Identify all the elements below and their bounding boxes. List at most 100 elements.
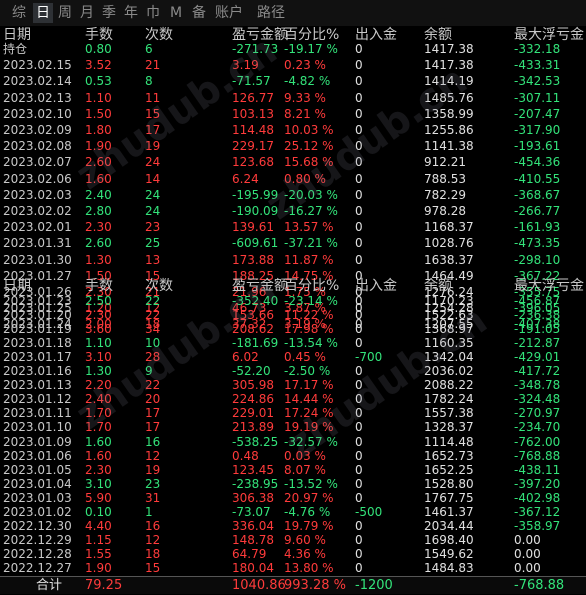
cell-max-float-loss: -367.12 — [514, 504, 561, 519]
table-row[interactable]: 2023.01.10 1.70 17 213.89 19.19 % 0 1328.37 -23… — [0, 420, 586, 435]
cell-lots: 1.80 — [85, 123, 112, 137]
cell-balance: 978.28 — [424, 204, 466, 218]
cell-trades: 18 — [145, 546, 161, 561]
table-row[interactable]: 2022.12.28 1.55 18 64.79 4.36 % 0 1549.62 0.00 — [0, 547, 586, 562]
table-row[interactable]: 2023.01.30 1.30 13 173.88 11.87 % 0 1638.37 -29… — [0, 253, 586, 268]
cell-percent: 15.68 % — [284, 155, 334, 170]
cell-lots: 2.50 — [85, 294, 112, 308]
table-row[interactable]: 2023.01.02 0.10 1 -73.07 -4.76 % -500 1461.37 -… — [0, 505, 586, 520]
table-row[interactable]: 持仓 0.80 6 -271.73 -19.17 % 0 1417.38 -332.18 — [0, 42, 586, 57]
cell-max-float-loss: -207.47 — [514, 106, 561, 121]
tab-year[interactable]: 年 — [124, 3, 138, 23]
cell-lots: 1.30 — [85, 252, 112, 267]
cell-flow: 0 — [355, 139, 363, 154]
table-row[interactable]: 2023.01.23 2.50 22 -352.40 -23.14 % 0 1170.23 -… — [0, 294, 586, 309]
table-row[interactable]: 2023.01.11 1.70 17 229.01 17.24 % 0 1557.38 -27… — [0, 406, 586, 421]
cell-balance: 2088.22 — [424, 378, 474, 393]
table-row[interactable]: 2023.01.03 5.90 31 306.38 20.97 % 0 1767.75 -40… — [0, 491, 586, 506]
cell-flow: 0 — [355, 236, 363, 251]
cell-max-float-loss: -454.36 — [514, 155, 561, 170]
table-row[interactable]: 2023.01.18 1.10 10 -181.69 -13.54 % 0 1160.35 -… — [0, 336, 586, 351]
cell-percent: -32.57 % — [284, 434, 338, 449]
cell-lots: 1.60 — [85, 171, 112, 186]
tab-path[interactable]: 路径 — [257, 3, 285, 23]
cell-max-float-loss: -193.61 — [514, 139, 561, 154]
table-row[interactable]: 2023.01.20 2.30 22 153.66 11.22 % 0 1522.63 -23… — [0, 308, 586, 323]
cell-flow: -700 — [355, 350, 383, 365]
total-label: 合计 — [36, 578, 63, 593]
table-row[interactable]: 2023.02.02 2.80 24 -190.09 -16.27 % 0 978.28 -2… — [0, 204, 586, 219]
table-row[interactable]: 2023.01.04 3.10 23 -238.95 -13.52 % 0 1528.80 -… — [0, 477, 586, 492]
header-flow[interactable]: 出入金 — [355, 278, 397, 295]
tab-note[interactable]: 备 — [192, 3, 206, 23]
table-row[interactable]: 2023.01.16 1.30 9 -52.20 -2.50 % 0 2036.02 -417… — [0, 364, 586, 379]
table-row[interactable]: 2022.12.27 1.90 15 180.04 13.80 % 0 1484.83 0.0… — [0, 561, 586, 576]
table-row[interactable]: 2023.01.09 1.60 16 -538.25 -32.57 % 0 1114.48 -… — [0, 435, 586, 450]
table-row[interactable]: 2023.01.13 2.20 22 305.98 17.17 % 0 2088.22 -34… — [0, 378, 586, 393]
cell-lots: 0.80 — [85, 42, 112, 56]
table-row[interactable]: 2023.02.15 3.52 21 3.19 0.23 % 0 1417.38 -433.3… — [0, 58, 586, 73]
cell-balance: 1549.62 — [424, 546, 474, 561]
table-row[interactable]: 2023.01.31 2.60 25 -609.61 -37.21 % 0 1028.76 -… — [0, 236, 586, 251]
cell-trades: 25 — [145, 236, 161, 251]
table-row[interactable]: 2023.02.01 2.30 23 139.61 13.57 % 0 1168.37 -16… — [0, 220, 586, 235]
header-pnl[interactable]: 盈亏金额 — [232, 278, 288, 295]
cell-balance: 1255.86 — [424, 123, 474, 137]
total-pnl: 1040.86 — [232, 578, 286, 593]
cell-flow: 0 — [355, 476, 363, 491]
table-row[interactable]: 2023.02.14 0.53 8 -71.57 -4.82 % 0 1414.19 -342… — [0, 74, 586, 89]
cell-trades: 28 — [145, 350, 161, 365]
cell-lots: 1.10 — [85, 90, 112, 105]
cell-flow: 0 — [355, 420, 363, 435]
table-row[interactable]: 2023.02.10 1.50 15 103.13 8.21 % 0 1358.99 -207… — [0, 107, 586, 122]
cell-lots: 4.40 — [85, 518, 112, 533]
tab-account[interactable]: 账户 — [215, 3, 243, 23]
cell-percent: 10.03 % — [284, 123, 334, 137]
header-max-float-loss[interactable]: 最大浮亏金 — [514, 278, 584, 295]
cell-pnl: 229.01 — [232, 406, 274, 421]
cell-lots: 2.40 — [85, 187, 112, 202]
header-balance[interactable]: 余额 — [424, 278, 452, 295]
tab-week[interactable]: 周 — [58, 3, 72, 23]
table-row[interactable]: 2023.01.05 2.30 19 123.45 8.07 % 0 1652.25 -438… — [0, 463, 586, 478]
cell-max-float-loss: -324.48 — [514, 392, 561, 407]
tab-day[interactable]: 日 — [33, 3, 53, 23]
cell-balance: 1028.76 — [424, 236, 474, 251]
cell-date: 2023.01.04 — [3, 476, 72, 491]
table-row[interactable]: 2023.02.09 1.80 17 114.48 10.03 % 0 1255.86 -31… — [0, 123, 586, 138]
tab-summary[interactable]: 综 — [12, 3, 26, 23]
tab-symbol[interactable]: 巾 — [146, 3, 160, 23]
table-row[interactable]: 2023.02.13 1.10 11 126.77 9.33 % 0 1485.76 -307… — [0, 91, 586, 106]
cell-balance: 1168.37 — [424, 220, 474, 235]
table-row[interactable]: 2023.02.07 2.60 24 123.68 15.68 % 0 912.21 -454… — [0, 155, 586, 170]
cell-max-float-loss: -358.97 — [514, 518, 561, 533]
cell-pnl: -271.73 — [232, 42, 279, 56]
header-lots[interactable]: 手数 — [85, 278, 113, 295]
cell-balance: 1114.48 — [424, 434, 474, 449]
cell-pnl: -52.20 — [232, 364, 271, 379]
total-lots: 79.25 — [85, 578, 123, 593]
table-row[interactable]: 2023.02.06 1.60 14 6.24 0.80 % 0 788.53 -410.55 — [0, 172, 586, 187]
table-row[interactable]: 2023.01.12 2.40 20 224.86 14.44 % 0 1782.24 -32… — [0, 392, 586, 407]
tab-quarter[interactable]: 季 — [102, 3, 116, 23]
cell-percent: 8.07 % — [284, 462, 326, 477]
table-row[interactable]: 2023.01.06 1.60 12 0.48 0.03 % 0 1652.73 -768.8… — [0, 449, 586, 464]
cell-trades: 8 — [145, 74, 153, 89]
header-percent[interactable]: 百分比% — [284, 278, 339, 295]
total-row: 合计 79.25 1040.86 993.28 % -1200 -768.88 — [0, 576, 586, 594]
table-row[interactable]: 2023.02.03 2.40 24 -195.99 -20.03 % 0 782.29 -3… — [0, 188, 586, 203]
cell-percent: -16.27 % — [284, 204, 338, 218]
cell-date: 2023.02.14 — [3, 74, 72, 89]
cell-trades: 24 — [145, 204, 161, 218]
table-row[interactable]: 2023.02.08 1.90 19 229.17 25.12 % 0 1141.38 -19… — [0, 139, 586, 154]
table-row[interactable]: 2023.01.19 3.60 34 208.62 17.98 % 0 1368.97 -19… — [0, 322, 586, 337]
header-trades[interactable]: 次数 — [145, 278, 173, 295]
table-row[interactable]: 2023.01.17 3.10 28 6.02 0.45 % -700 1342.04 -42… — [0, 350, 586, 365]
table-row[interactable]: 2022.12.29 1.15 12 148.78 9.60 % 0 1698.40 0.00 — [0, 533, 586, 548]
cell-max-float-loss: -368.67 — [514, 187, 561, 202]
table-row[interactable]: 2022.12.30 4.40 16 336.04 19.79 % 0 2034.44 -35… — [0, 519, 586, 534]
header-date[interactable]: 日期 — [3, 278, 31, 295]
tab-month[interactable]: 月 — [80, 3, 94, 23]
tab-magic[interactable]: M — [170, 3, 182, 23]
cell-trades: 13 — [145, 252, 161, 267]
